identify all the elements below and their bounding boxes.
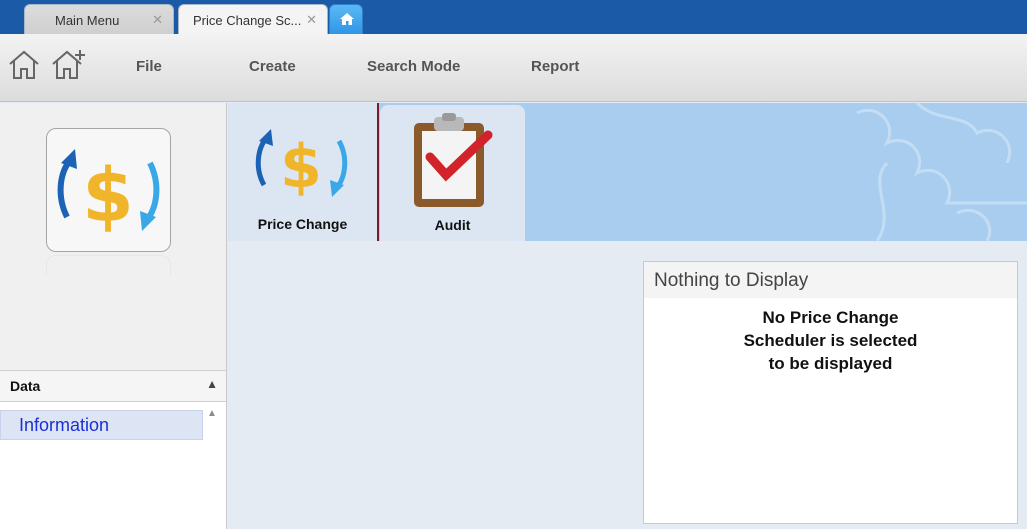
tab-strip: Main Menu ✕ Price Change Sc... ✕ (0, 0, 1027, 34)
scroll-up-icon[interactable]: ▲ (207, 408, 217, 419)
module-audit[interactable]: Audit (380, 105, 525, 241)
svg-text:$: $ (82, 153, 134, 239)
data-section-header[interactable]: Data ▲ (0, 370, 226, 402)
module-label: Price Change (257, 216, 348, 232)
module-preview: $ (46, 128, 171, 252)
menu-create[interactable]: Create (249, 58, 296, 75)
close-icon[interactable]: ✕ (152, 12, 163, 28)
add-home-icon[interactable] (50, 48, 88, 82)
message-line: to be displayed (768, 354, 893, 373)
data-list: Information ▲ (0, 402, 226, 529)
module-tiles: $ Price Change Audit (228, 103, 1027, 241)
home-icon (340, 13, 354, 25)
menu-report[interactable]: Report (531, 58, 579, 75)
price-change-icon: $ (255, 129, 348, 202)
sidebar-item-information[interactable]: Information (0, 410, 203, 440)
home-icon[interactable] (7, 48, 41, 82)
tab-price-change-scheduler[interactable]: Price Change Sc... ✕ (178, 4, 328, 34)
home-tab-button[interactable] (329, 4, 363, 34)
message-line: Scheduler is selected (743, 331, 918, 350)
tab-main-menu[interactable]: Main Menu ✕ (24, 4, 174, 34)
svg-text:$: $ (280, 132, 322, 202)
empty-message: No Price Change Scheduler is selected to… (644, 306, 1017, 375)
section-title: Data (10, 378, 41, 394)
icon-reflection (46, 255, 171, 275)
tab-label: Main Menu (55, 13, 120, 28)
close-icon[interactable]: ✕ (306, 12, 317, 28)
details-panel: Nothing to Display No Price Change Sched… (643, 261, 1018, 524)
panel-title: Nothing to Display (644, 262, 1017, 298)
collapse-icon[interactable]: ▲ (206, 377, 218, 391)
left-panel: $ Data ▲ Information ▲ (0, 103, 227, 529)
puzzle-watermark (856, 103, 1027, 241)
menu-file[interactable]: File (136, 58, 162, 75)
tab-label: Price Change Sc... (193, 13, 302, 28)
price-change-icon: $ (57, 149, 160, 239)
sidebar-item-label: Information (19, 415, 110, 435)
module-price-change[interactable]: $ Price Change (228, 103, 379, 241)
module-label: Audit (434, 217, 471, 233)
message-line: No Price Change (762, 308, 899, 327)
menu-search-mode[interactable]: Search Mode (367, 58, 460, 75)
main-content: Nothing to Display No Price Change Sched… (228, 241, 1027, 529)
audit-clipboard-icon (414, 113, 493, 207)
toolbar: File Create Search Mode Report (0, 34, 1027, 102)
